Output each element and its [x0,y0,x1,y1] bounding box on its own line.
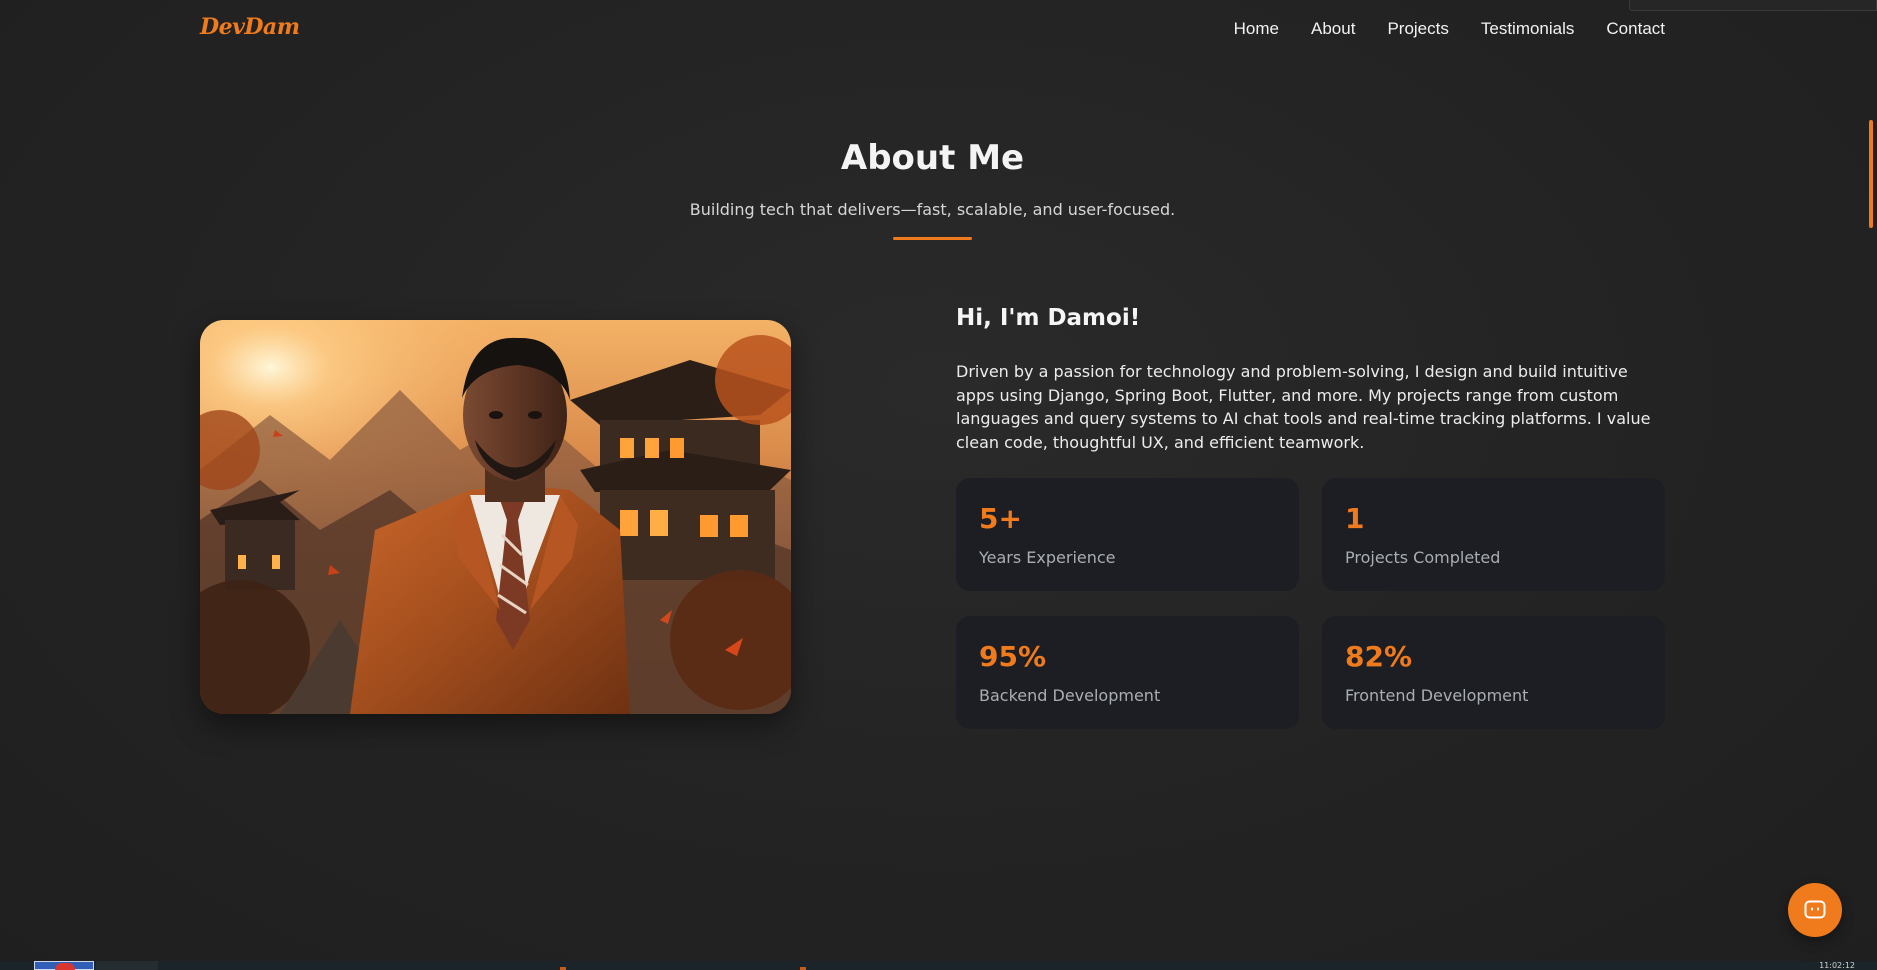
section-subtitle: Building tech that delivers—fast, scalab… [689,200,1176,219]
stat-value: 95% [979,640,1047,673]
taskbar-app-icon[interactable] [34,961,94,970]
nav-item-about[interactable]: About [1311,19,1355,39]
scrollbar-thumb[interactable] [1869,120,1873,228]
app-badge-icon [55,963,75,970]
stat-card-frontend: 82% Frontend Development [1322,616,1665,729]
chat-button[interactable] [1788,883,1842,937]
os-taskbar: 11:02:12 [0,961,1877,970]
navbar: DevDam Home About Projects Testimonials … [0,0,1877,62]
chat-bot-icon [1804,900,1826,919]
stat-value: 5+ [979,502,1022,535]
stat-label: Years Experience [979,548,1116,567]
intro-description: Driven by a passion for technology and p… [956,362,1651,452]
portrait-photo [200,320,791,714]
stat-label: Frontend Development [1345,686,1529,705]
stat-card-projects: 1 Projects Completed [1322,478,1665,591]
stat-card-backend: 95% Backend Development [956,616,1299,729]
stat-value: 82% [1345,640,1413,673]
logo[interactable]: DevDam [200,14,300,40]
page: DevDam Home About Projects Testimonials … [0,0,1877,970]
intro-heading: Hi, I'm Damoi! [956,305,1141,331]
taskbar-app-slot[interactable] [96,961,158,970]
stat-label: Backend Development [979,686,1161,705]
stat-card-experience: 5+ Years Experience [956,478,1299,591]
nav-item-contact[interactable]: Contact [1606,19,1665,39]
stat-label: Projects Completed [1345,548,1501,567]
taskbar-clock: 11:02:12 [1819,961,1855,970]
section-title: About Me [840,138,1025,178]
title-underline [893,237,972,240]
stat-value: 1 [1345,502,1365,535]
browser-overlay-panel [1629,0,1877,11]
nav-item-projects[interactable]: Projects [1387,19,1448,39]
nav-item-testimonials[interactable]: Testimonials [1481,19,1575,39]
nav-item-home[interactable]: Home [1234,19,1279,39]
nav-links: Home About Projects Testimonials Contact [1202,19,1665,39]
